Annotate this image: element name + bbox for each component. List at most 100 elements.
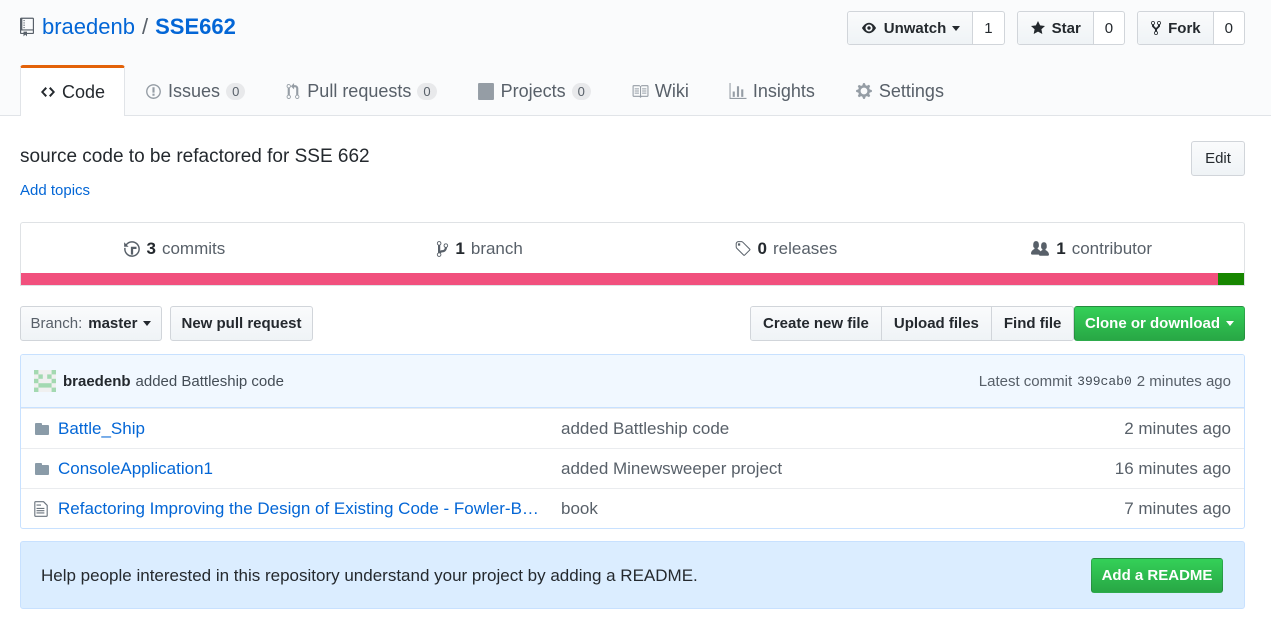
gear-icon [856,83,872,99]
tab-label: Insights [752,80,815,101]
path-separator: / [141,14,149,39]
forks-count[interactable]: 0 [1214,12,1244,44]
tab-label: Code [62,81,106,102]
latest-commit-info: Latest commit 399cab0 2 minutes ago [979,373,1231,390]
commit-tease: braedenb added Battleship code Latest co… [21,355,1244,408]
commit-author-link[interactable]: braedenb [63,373,131,390]
chevron-down-icon [952,25,961,31]
clone-label: Clone or download [1085,315,1220,332]
history-icon [123,241,140,257]
commit-message-link[interactable]: added Battleship code [136,373,284,390]
book-icon [632,84,649,98]
latest-commit-label: Latest commit [978,372,1073,390]
commits-count: 3 [146,239,156,258]
clone-or-download-button[interactable]: Clone or download [1074,306,1245,341]
stars-count[interactable]: 0 [1094,12,1124,44]
tab-label: Pull requests [307,80,412,101]
branches-label: branch [470,239,523,258]
branches-count: 1 [455,239,465,258]
table-row: ConsoleApplication1 added Minewsweeper p… [21,448,1244,488]
readme-prompt-text: Help people interested in this repositor… [41,566,698,585]
language-segment[interactable] [1218,273,1244,285]
file-name-link[interactable]: Refactoring Improving the Design of Exis… [58,499,548,519]
star-button[interactable]: Star [1017,12,1094,44]
new-pull-request-button[interactable]: New pull request [170,306,313,341]
star-icon [1030,21,1045,34]
tab-label: Issues [168,80,221,101]
releases-link[interactable]: 0 releases [633,223,939,275]
tab-code[interactable]: Code [20,65,126,116]
star-group: Star 0 [1016,11,1126,45]
folder-icon [33,461,51,477]
people-icon [1031,241,1050,256]
projects-counter: 0 [571,82,591,100]
edit-description-button[interactable]: Edit [1191,141,1245,176]
tab-projects[interactable]: Projects 0 [457,65,611,116]
tab-label: Wiki [654,80,689,101]
chevron-down-icon [1226,321,1234,326]
fork-label: Fork [1168,19,1201,37]
language-segment[interactable] [21,273,1219,285]
file-name-link[interactable]: ConsoleApplication1 [58,459,548,479]
graph-icon [729,82,747,99]
file-icon [33,500,51,518]
branch-select-button[interactable]: Branch: master [20,306,162,341]
language-bar[interactable] [21,273,1244,285]
commit-sha-link[interactable]: 399cab0 [1077,374,1132,389]
repo-name-link[interactable]: SSE662 [155,14,236,40]
eye-icon [861,22,876,34]
releases-count: 0 [757,239,767,258]
repo-nav-tabs: Code Issues 0 Pull requests 0 Projects 0… [20,65,964,116]
repo-title: braedenb / SSE662 [20,14,236,40]
contributors-label: contributor [1071,239,1153,258]
branch-icon [437,241,449,257]
upload-files-button[interactable]: Upload files [881,307,992,340]
star-label: Star [1051,19,1081,37]
find-file-button[interactable]: Find file [991,307,1074,340]
add-topics-link[interactable]: Add topics [20,182,90,199]
commit-age: 2 minutes ago [1136,372,1231,390]
numbers-summary: 3 commits 1 branch 0 releases 1 contribu… [20,222,1245,286]
add-readme-button[interactable]: Add a README [1091,558,1223,593]
tag-icon [735,241,750,256]
fork-group: Fork 0 [1137,11,1245,45]
repo-icon [20,17,34,37]
folder-icon [33,421,51,437]
pull-requests-counter: 0 [417,82,437,100]
unwatch-label: Unwatch [883,19,947,37]
releases-label: releases [772,239,838,258]
branches-link[interactable]: 1 branch [327,223,633,275]
tab-wiki[interactable]: Wiki [611,65,709,116]
file-commit-message-link[interactable]: added Battleship code [561,419,729,439]
repo-actions: Unwatch 1 Star 0 Fork 0 [846,11,1245,45]
commits-label: commits [161,239,226,258]
fork-icon [1151,20,1162,36]
chevron-down-icon [143,321,152,326]
contributors-link[interactable]: 1 contributor [938,223,1244,275]
tab-label: Projects [500,80,566,101]
contributors-count: 1 [1056,239,1066,258]
watchers-count[interactable]: 1 [973,12,1003,44]
commits-link[interactable]: 3 commits [21,223,327,275]
create-new-file-button[interactable]: Create new file [751,307,882,340]
tab-issues[interactable]: Issues 0 [125,65,265,116]
repo-header: braedenb / SSE662 Unwatch 1 Star 0 Fork [0,0,1271,116]
tab-pull-requests[interactable]: Pull requests 0 [265,65,456,116]
fork-button[interactable]: Fork [1138,12,1214,44]
file-age: 16 minutes ago [1114,458,1231,478]
file-name-link[interactable]: Battle_Ship [58,419,548,439]
file-table: braedenb added Battleship code Latest co… [20,354,1245,529]
branch-value: master [88,315,138,332]
tab-insights[interactable]: Insights [709,65,835,116]
file-commit-message-link[interactable]: book [561,499,598,519]
repo-owner-link[interactable]: braedenb [42,14,135,40]
file-commit-message-link[interactable]: added Minewsweeper project [561,459,782,479]
unwatch-button[interactable]: Unwatch [847,12,974,44]
avatar[interactable] [34,370,56,392]
tab-settings[interactable]: Settings [835,65,964,116]
file-buttons-group: Create new file Upload files Find file [750,306,1075,341]
pull-request-icon [286,82,300,99]
tab-label: Settings [878,80,944,101]
file-age: 7 minutes ago [1124,498,1231,518]
repo-description: source code to be refactored for SSE 662 [20,146,370,167]
